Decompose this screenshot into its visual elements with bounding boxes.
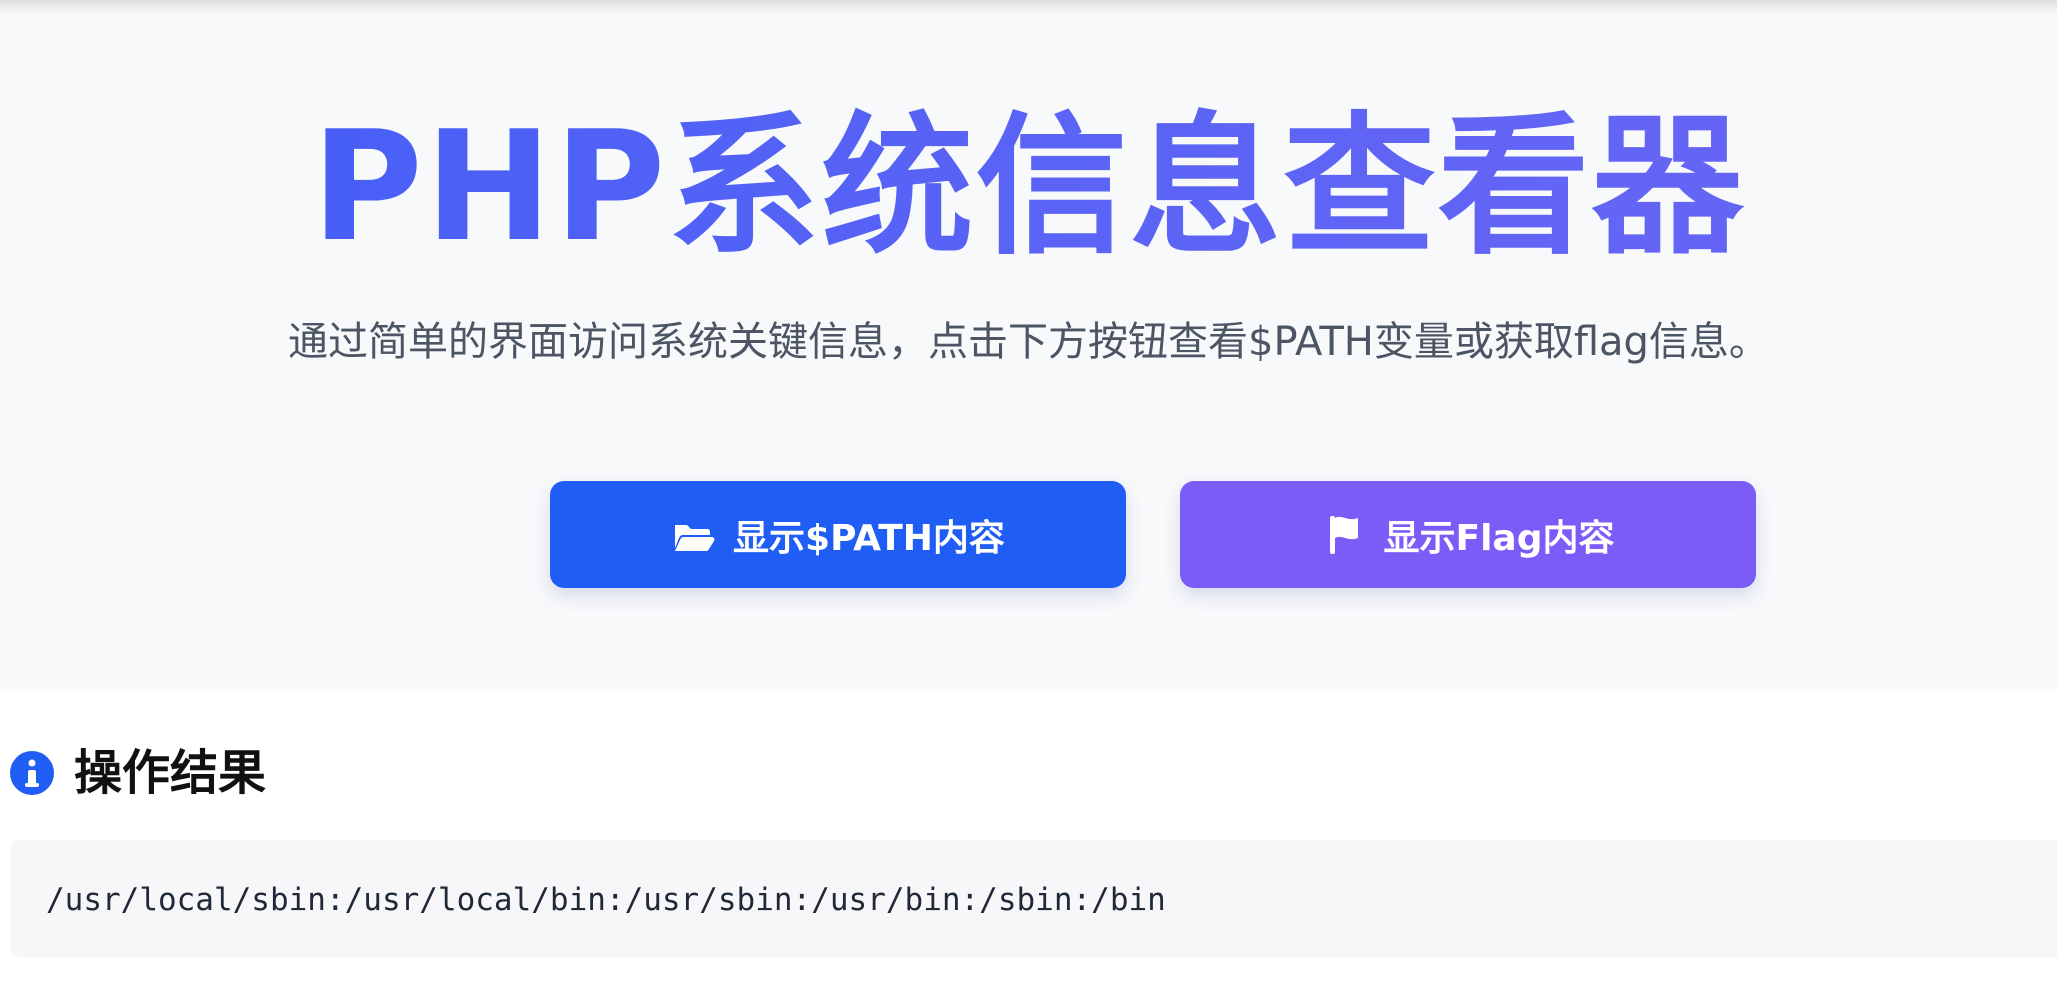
- flag-icon: [1322, 513, 1366, 557]
- folder-open-icon: [671, 513, 715, 557]
- show-flag-button[interactable]: 显示Flag内容: [1180, 481, 1756, 588]
- info-circle-icon: [8, 749, 56, 797]
- system-info-viewer-page: PHP系统信息查看器 通过简单的界面访问系统关键信息，点击下方按钮查看$PATH…: [0, 0, 2057, 991]
- show-path-button[interactable]: 显示$PATH内容: [550, 481, 1126, 588]
- result-title: 操作结果: [74, 745, 267, 801]
- result-header: 操作结果: [0, 747, 266, 799]
- show-path-button-label: 显示$PATH内容: [733, 517, 1005, 559]
- hero-section: PHP系统信息查看器 通过简单的界面访问系统关键信息，点击下方按钮查看$PATH…: [0, 0, 2057, 689]
- path-output: /usr/local/sbin:/usr/local/bin:/usr/sbin…: [46, 882, 1166, 918]
- page-title: PHP系统信息查看器: [0, 102, 2057, 272]
- page-subtitle: 通过简单的界面访问系统关键信息，点击下方按钮查看$PATH变量或获取flag信息…: [288, 319, 1769, 365]
- top-shadow: [0, 0, 2057, 14]
- show-flag-button-label: 显示Flag内容: [1383, 517, 1615, 559]
